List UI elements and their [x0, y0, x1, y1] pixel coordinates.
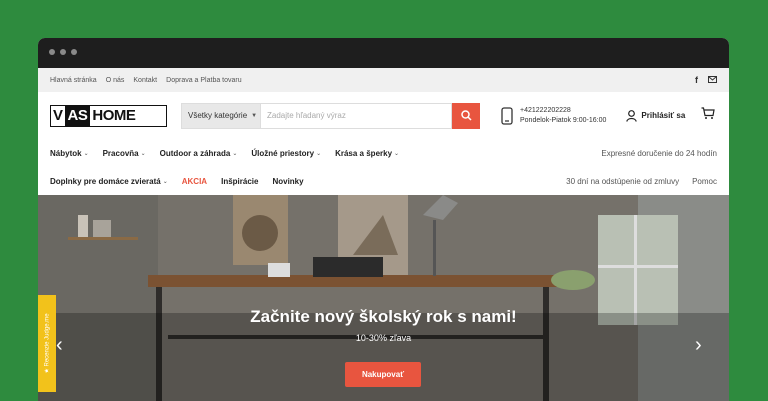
window-dot: [49, 49, 55, 55]
help-link[interactable]: Pomoc: [692, 177, 717, 186]
logo-part: AS: [64, 105, 91, 126]
return-policy-link[interactable]: 30 dní na odstúpenie od zmluvy: [566, 177, 679, 186]
hero-title: Začnite nový školský rok s nami!: [250, 307, 517, 326]
chevron-down-icon: ⌄: [232, 150, 238, 157]
hero-subtitle: 10-30% zľava: [355, 333, 412, 343]
nav-item-inspiration[interactable]: Inšpirácie: [221, 177, 258, 186]
chevron-down-icon: ⌄: [162, 178, 168, 185]
window-dot: [71, 49, 77, 55]
main-nav: Nábytok ⌄ Pracovňa ⌄ Outdoor a záhrada ⌄ Úl…: [38, 139, 729, 167]
phone-icon: [501, 106, 513, 125]
link-contact[interactable]: Kontakt: [133, 77, 157, 84]
logo[interactable]: V AS HOME: [50, 104, 167, 127]
nav-item-storage[interactable]: Úložné priestory ⌄: [251, 149, 321, 158]
nav-item-pets[interactable]: Doplnky pre domáce zvieratá ⌄: [50, 177, 168, 186]
secondary-nav: Doplnky pre domáce zvieratá ⌄ AKCIA Inšpi…: [38, 167, 729, 195]
chevron-down-icon: ⌄: [316, 150, 322, 157]
chevron-down-icon: ⌄: [83, 150, 89, 157]
reviews-tab-label: ★ Recenzie Judge.me: [44, 313, 51, 374]
login-link[interactable]: Prihlásiť sa: [626, 109, 686, 122]
shop-now-button[interactable]: Nakupovať: [345, 362, 421, 387]
nav-item-sale[interactable]: AKCIA: [182, 177, 207, 186]
nav-item-label: Pracovňa: [102, 148, 139, 158]
login-label: Prihlásiť sa: [641, 111, 686, 120]
link-shipping[interactable]: Doprava a Platba tovaru: [166, 77, 242, 84]
search-input[interactable]: [261, 102, 452, 129]
logo-part: HOME: [92, 107, 136, 124]
mail-icon[interactable]: [708, 75, 717, 85]
link-home[interactable]: Hlavná stránka: [50, 77, 97, 84]
contact-hours: Pondelok-Piatok 9:00-16:00: [520, 116, 607, 124]
nav-item-label: Nábytok: [50, 148, 82, 158]
nav-item-beauty[interactable]: Krása a šperky ⌄: [335, 149, 399, 158]
hero-banner: Začnite nový školský rok s nami! 10-30% …: [38, 195, 729, 401]
nav-item-label: Krása a šperky: [335, 148, 393, 158]
nav-item-new[interactable]: Novinky: [272, 177, 303, 186]
facebook-icon[interactable]: f: [695, 75, 698, 85]
link-about[interactable]: O nás: [106, 77, 125, 84]
search-bar: Všetky kategórie ▼: [181, 102, 480, 129]
nav-item-outdoor[interactable]: Outdoor a záhrada ⌄: [160, 149, 238, 158]
cart-button[interactable]: [701, 106, 715, 125]
search-button[interactable]: [452, 102, 480, 129]
search-icon: [460, 110, 472, 121]
nav-item-furniture[interactable]: Nábytok ⌄: [50, 149, 89, 158]
nav-item-label: Úložné priestory: [251, 148, 315, 158]
nav-item-label: Doplnky pre domáce zvieratá: [50, 176, 161, 186]
user-icon: [626, 109, 638, 122]
browser-window: Hlavná stránka O nás Kontakt Doprava a P…: [38, 38, 729, 401]
chevron-down-icon: ⌄: [140, 150, 146, 157]
contact-phone[interactable]: +421222202228: [520, 106, 606, 116]
reviews-tab[interactable]: ★ Recenzie Judge.me: [38, 295, 56, 392]
utility-links: Hlavná stránka O nás Kontakt Doprava a P…: [50, 77, 242, 84]
category-select[interactable]: Všetky kategórie ▼: [181, 102, 261, 129]
window-titlebar: [38, 38, 729, 68]
cart-icon: [701, 106, 715, 119]
nav-item-label: Outdoor a záhrada: [159, 148, 231, 158]
window-dot: [60, 49, 66, 55]
express-delivery-info: Expresné doručenie do 24 hodín: [601, 148, 717, 158]
logo-part: V: [53, 107, 63, 124]
nav-item-office[interactable]: Pracovňa ⌄: [103, 149, 146, 158]
chevron-left-icon[interactable]: ‹: [56, 335, 63, 355]
chevron-down-icon: ▼: [251, 112, 258, 119]
category-select-label: Všetky kategórie: [188, 111, 248, 120]
social-links: f: [695, 75, 717, 85]
contact-info: +421222202228 Pondelok-Piatok 9:00-16:00: [500, 106, 606, 126]
chevron-down-icon: ⌄: [394, 150, 400, 157]
utility-bar: Hlavná stránka O nás Kontakt Doprava a P…: [38, 68, 729, 92]
chevron-right-icon[interactable]: ›: [695, 335, 702, 355]
main-header: V AS HOME Všetky kategórie ▼ +4212222022…: [38, 92, 729, 139]
